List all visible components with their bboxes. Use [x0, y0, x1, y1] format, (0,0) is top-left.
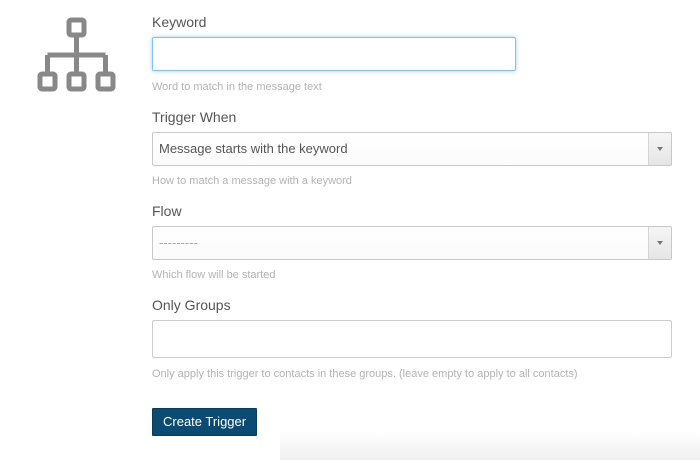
- trigger-when-label: Trigger When: [152, 109, 237, 125]
- flow-select[interactable]: ---------: [152, 226, 672, 260]
- trigger-when-selected: Message starts with the keyword: [159, 141, 348, 156]
- flow-help: Which flow will be started: [152, 269, 276, 281]
- flow-label: Flow: [152, 203, 182, 219]
- only-groups-label: Only Groups: [152, 297, 231, 313]
- trigger-when-select[interactable]: Message starts with the keyword: [152, 132, 672, 166]
- sitemap-icon: [36, 17, 118, 95]
- create-trigger-page: Keyword Word to match in the message tex…: [0, 0, 700, 460]
- keyword-input[interactable]: [152, 37, 516, 71]
- create-trigger-button[interactable]: Create Trigger: [152, 408, 258, 436]
- only-groups-input[interactable]: [152, 320, 672, 358]
- keyword-label: Keyword: [152, 14, 207, 30]
- only-groups-help: Only apply this trigger to contacts in t…: [152, 368, 578, 380]
- chevron-down-icon[interactable]: [648, 133, 671, 165]
- trigger-when-help: How to match a message with a keyword: [152, 175, 352, 187]
- flow-selected: ---------: [159, 235, 198, 250]
- keyword-help: Word to match in the message text: [152, 81, 322, 93]
- chevron-down-icon[interactable]: [648, 227, 671, 259]
